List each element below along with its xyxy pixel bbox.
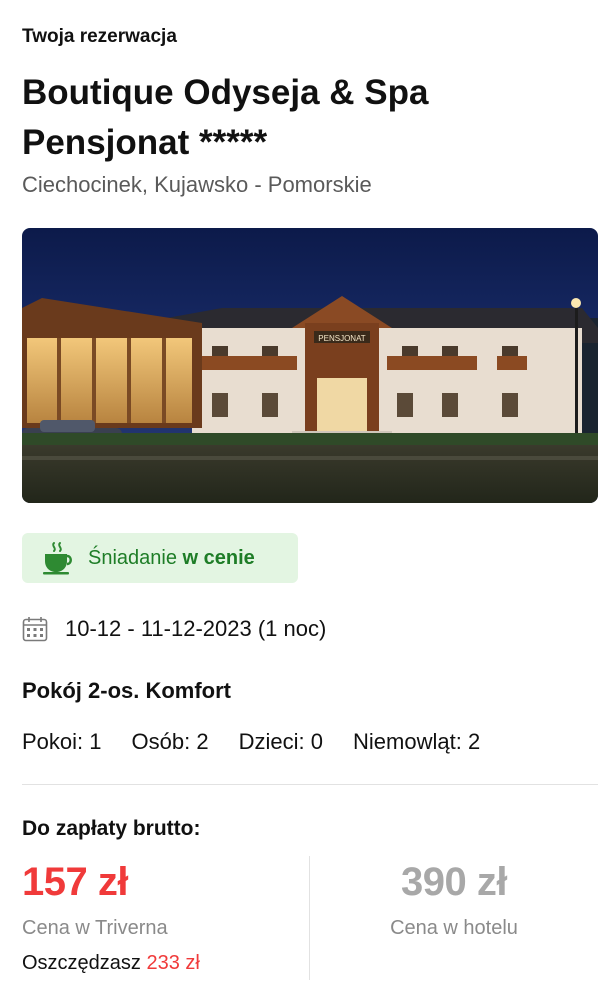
our-price-block: 157 zł Cena w Triverna Oszczędzasz 233 z… <box>22 856 309 975</box>
section-heading: Twoja rezerwacja <box>22 26 177 47</box>
hotel-photo: PENSJONAT <box>22 228 598 503</box>
rooms-count: Pokoi: 1 <box>22 729 102 754</box>
guest-counts: Pokoi: 1 Osób: 2 Dzieci: 0 Niemowląt: 2 <box>22 729 480 755</box>
divider <box>22 784 598 785</box>
stay-dates: 10-12 - 11-12-2023 (1 noc) <box>22 616 326 642</box>
hotel-location: Ciechocinek, Kujawsko - Pomorskie <box>22 172 372 197</box>
hotel-price-block: 390 zł Cena w hotelu <box>310 856 598 940</box>
reservation-summary: Twoja rezerwacja Boutique Odyseja & Spa … <box>22 0 598 986</box>
coffee-cup-icon <box>43 542 72 575</box>
breakfast-included-badge: Śniadanie w cenie <box>22 533 298 583</box>
badge-text: Śniadanie w cenie <box>88 546 255 569</box>
infants-count: Niemowląt: 2 <box>353 729 481 754</box>
hotel-name: Boutique Odyseja & Spa Pensjonat ***** <box>22 73 429 162</box>
hotel-price: 390 zł <box>401 860 507 904</box>
room-type: Pokój 2-os. Komfort <box>22 678 232 703</box>
savings: Oszczędzasz 233 zł <box>22 952 200 974</box>
calendar-icon <box>22 617 48 642</box>
persons-count: Osób: 2 <box>131 729 209 754</box>
payment-heading: Do zapłaty brutto: <box>22 817 201 840</box>
savings-amount: 233 zł <box>146 952 200 974</box>
our-price: 157 zł <box>22 860 128 904</box>
date-range: 10-12 - 11-12-2023 (1 noc) <box>65 616 327 641</box>
our-price-label: Cena w Triverna <box>22 917 168 939</box>
hotel-sign: PENSJONAT <box>318 334 366 343</box>
children-count: Dzieci: 0 <box>238 729 323 754</box>
hotel-price-label: Cena w hotelu <box>390 917 518 939</box>
